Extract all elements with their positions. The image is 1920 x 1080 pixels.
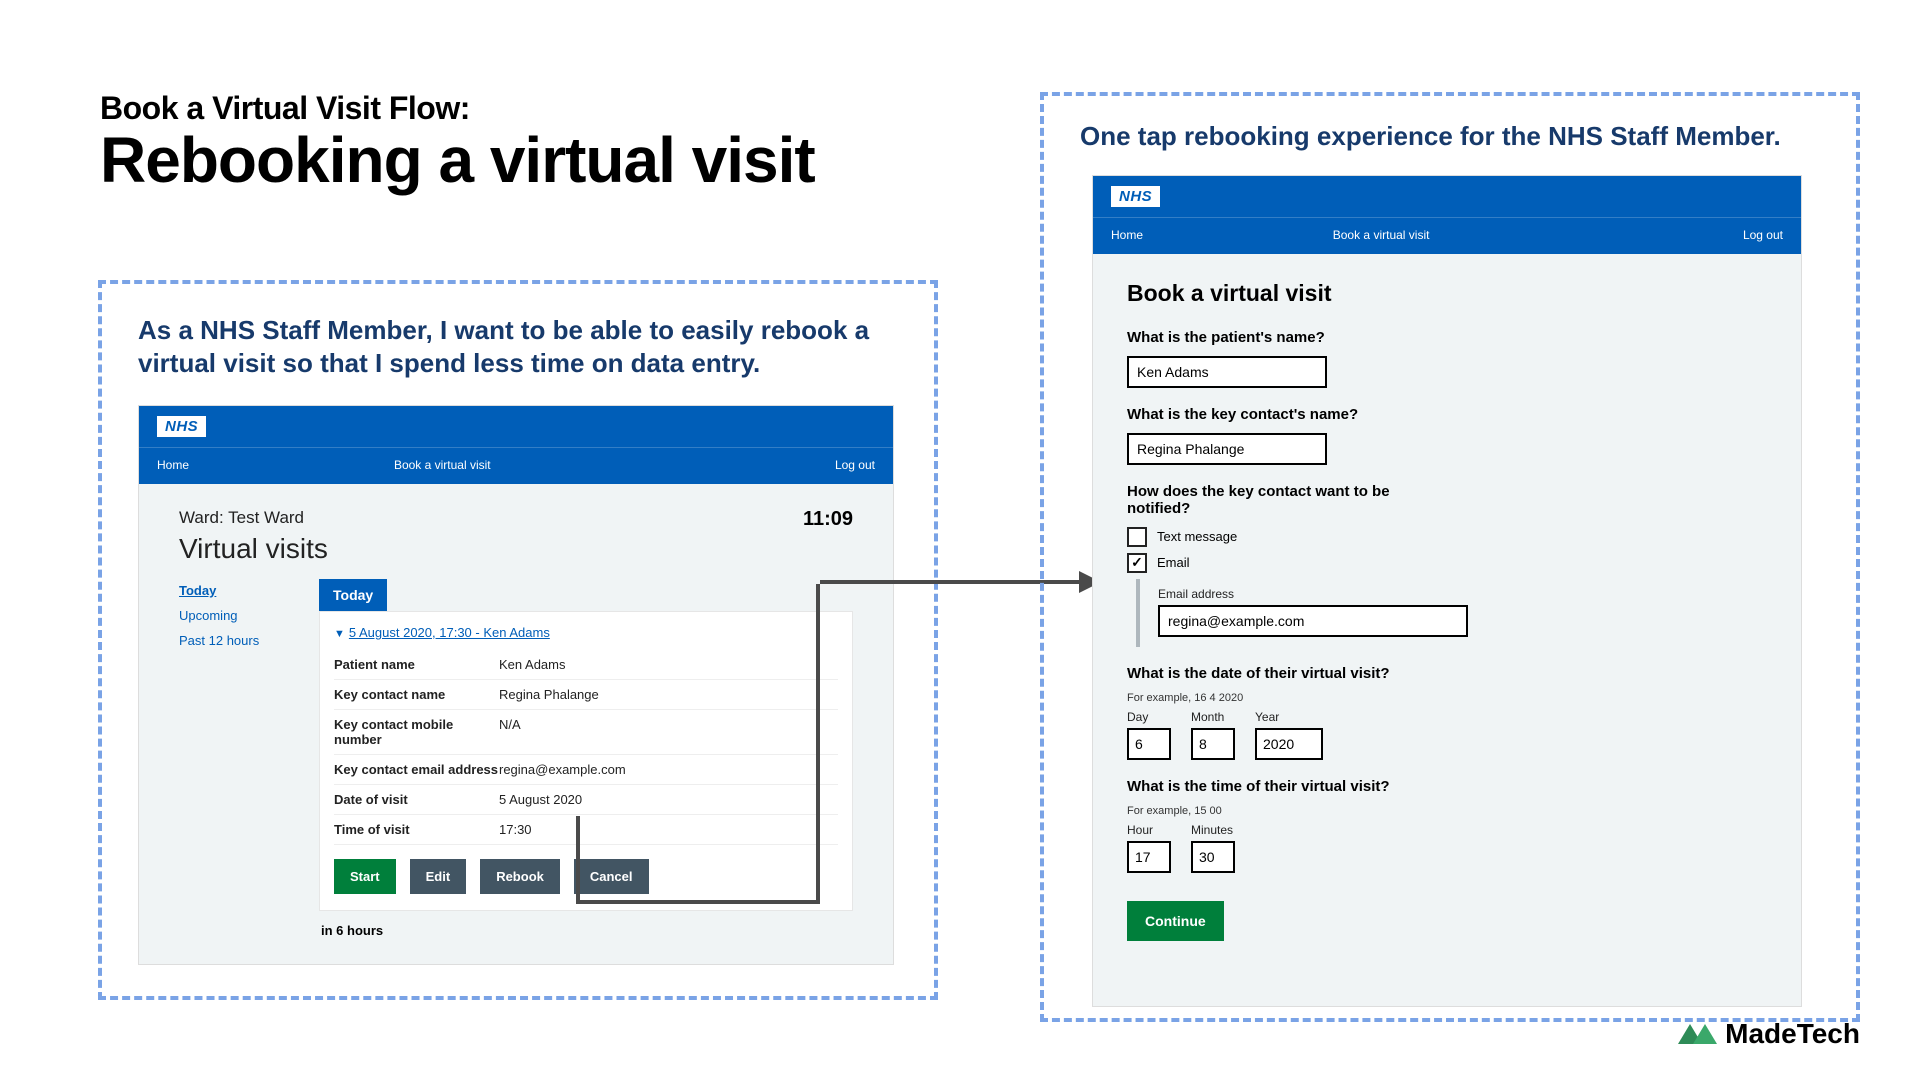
visit-card: ▼ 5 August 2020, 17:30 - Ken Adams Patien… xyxy=(319,611,853,911)
start-button[interactable]: Start xyxy=(334,859,396,894)
panel-rebook-form: One tap rebooking experience for the NHS… xyxy=(1040,92,1860,1022)
screenshot-booking-form: NHS Home Book a virtual visit Log out Bo… xyxy=(1092,175,1802,1007)
section-heading-today: Today xyxy=(319,579,387,611)
row-value-contact-mobile: N/A xyxy=(499,717,521,747)
flow-arrow-segment xyxy=(576,816,580,904)
email-input[interactable] xyxy=(1158,605,1468,637)
label-day: Day xyxy=(1127,710,1171,724)
date-hint: For example, 16 4 2020 xyxy=(1127,692,1767,704)
nav-logout[interactable]: Log out xyxy=(1628,228,1783,242)
visit-summary-link[interactable]: 5 August 2020, 17:30 - Ken Adams xyxy=(349,625,550,640)
checkbox-label-email: Email xyxy=(1157,555,1190,570)
form-heading: Book a virtual visit xyxy=(1127,280,1767,307)
time-hint: For example, 15 00 xyxy=(1127,805,1767,817)
ward-label: Ward: Test Ward xyxy=(179,508,304,531)
nav-logout[interactable]: Log out xyxy=(710,458,875,472)
label-hour: Hour xyxy=(1127,823,1171,837)
edit-button[interactable]: Edit xyxy=(410,859,467,894)
madetech-mark-icon xyxy=(1678,1024,1717,1044)
cancel-button[interactable]: Cancel xyxy=(574,859,649,894)
label-month: Month xyxy=(1191,710,1235,724)
label-minutes: Minutes xyxy=(1191,823,1235,837)
screenshot-visits-list: NHS Home Book a virtual visit Log out Wa… xyxy=(138,405,894,965)
question-visit-date: What is the date of their virtual visit? xyxy=(1127,665,1767,682)
row-label-time: Time of visit xyxy=(334,822,499,837)
row-label-date: Date of visit xyxy=(334,792,499,807)
question-visit-time: What is the time of their virtual visit? xyxy=(1127,778,1767,795)
row-label-contact-name: Key contact name xyxy=(334,687,499,702)
nhs-logo: NHS xyxy=(157,416,206,437)
month-input[interactable] xyxy=(1191,728,1235,760)
flow-arrow-segment xyxy=(816,584,820,904)
question-notify-method: How does the key contact want to be noti… xyxy=(1127,483,1447,517)
year-input[interactable] xyxy=(1255,728,1323,760)
hour-input[interactable] xyxy=(1127,841,1171,873)
row-value-date: 5 August 2020 xyxy=(499,792,582,807)
row-label-patient: Patient name xyxy=(334,657,499,672)
page-heading: Virtual visits xyxy=(139,531,893,579)
checkbox-label-text: Text message xyxy=(1157,529,1237,544)
caret-down-icon[interactable]: ▼ xyxy=(334,628,345,640)
row-value-contact-name: Regina Phalange xyxy=(499,687,599,702)
checkbox-email[interactable] xyxy=(1127,553,1147,573)
minutes-input[interactable] xyxy=(1191,841,1235,873)
row-label-contact-mobile: Key contact mobile number xyxy=(334,717,499,747)
filter-past[interactable]: Past 12 hours xyxy=(179,633,319,648)
madetech-wordmark: MadeTech xyxy=(1725,1018,1860,1050)
question-patient-name: What is the patient's name? xyxy=(1127,329,1767,346)
continue-button[interactable]: Continue xyxy=(1127,901,1224,941)
question-contact-name: What is the key contact's name? xyxy=(1127,406,1767,423)
rebook-button[interactable]: Rebook xyxy=(480,859,560,894)
nav-home[interactable]: Home xyxy=(1111,228,1333,242)
rebook-caption: One tap rebooking experience for the NHS… xyxy=(1080,120,1826,153)
filter-today[interactable]: Today xyxy=(179,583,319,598)
nhs-logo: NHS xyxy=(1111,186,1160,207)
day-input[interactable] xyxy=(1127,728,1171,760)
filter-sidebar: Today Upcoming Past 12 hours xyxy=(179,579,319,942)
patient-name-input[interactable] xyxy=(1127,356,1327,388)
label-year: Year xyxy=(1255,710,1323,724)
row-label-contact-email: Key contact email address xyxy=(334,762,499,777)
panel-user-story: As a NHS Staff Member, I want to be able… xyxy=(98,280,938,1000)
user-story-text: As a NHS Staff Member, I want to be able… xyxy=(138,314,904,379)
madetech-logo: MadeTech xyxy=(1678,1018,1860,1050)
contact-name-input[interactable] xyxy=(1127,433,1327,465)
filter-upcoming[interactable]: Upcoming xyxy=(179,608,319,623)
nav-home[interactable]: Home xyxy=(157,458,394,472)
row-value-contact-email: regina@example.com xyxy=(499,762,626,777)
clock-time: 11:09 xyxy=(803,508,853,531)
checkbox-text-message[interactable] xyxy=(1127,527,1147,547)
flow-arrow-segment xyxy=(580,900,820,904)
nav-book-visit[interactable]: Book a virtual visit xyxy=(1333,228,1629,242)
row-value-patient: Ken Adams xyxy=(499,657,566,672)
row-value-time: 17:30 xyxy=(499,822,532,837)
nav-book-visit[interactable]: Book a virtual visit xyxy=(394,458,710,472)
visit-countdown: in 6 hours xyxy=(319,911,853,942)
email-field-label: Email address xyxy=(1158,587,1767,601)
